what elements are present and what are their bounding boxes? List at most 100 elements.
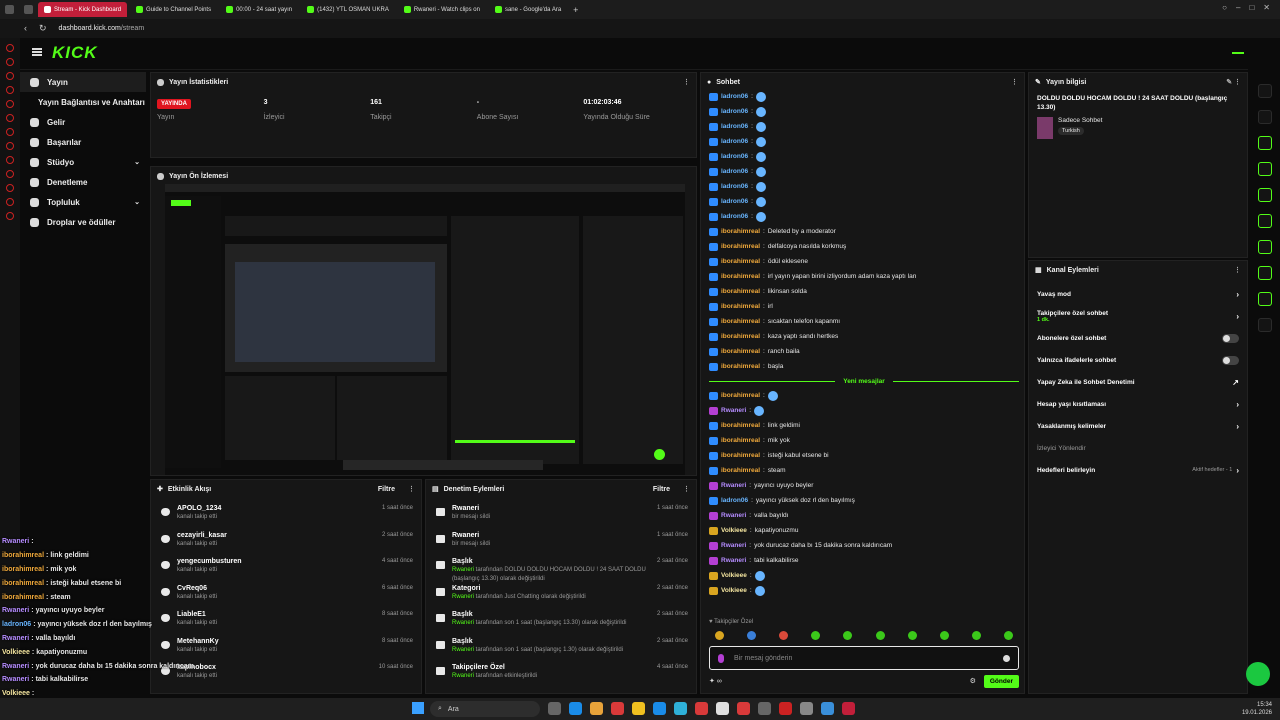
rail-icon[interactable] xyxy=(6,156,14,164)
emote-icon[interactable] xyxy=(843,631,853,640)
chat-message[interactable]: ladron06: xyxy=(709,104,1019,119)
chat-message[interactable]: ladron06: xyxy=(709,149,1019,164)
send-button[interactable]: Gönder xyxy=(983,674,1019,688)
broadcast-icon[interactable] xyxy=(1258,240,1272,254)
chat-username[interactable]: iborahimreal xyxy=(721,422,760,429)
chat-input[interactable]: Bir mesaj gönderin xyxy=(709,646,1019,670)
chat-message[interactable]: iborahimreal: başla xyxy=(709,359,1019,374)
browser-tab[interactable]: 00:00 - 24 saat yayın xyxy=(220,2,298,17)
modlog-row[interactable]: Rwaneri bir mesajı sildi 1 saat önce xyxy=(426,531,696,558)
chat-username[interactable]: iborahimreal xyxy=(721,333,760,340)
edit-icon[interactable] xyxy=(1258,110,1272,124)
chat-message[interactable]: Rwaneri: xyxy=(709,403,1019,418)
emote-icon[interactable] xyxy=(939,631,949,640)
chat-message[interactable]: Volkieee: xyxy=(709,568,1019,583)
chat-message[interactable]: Rwaneri: yok durucaz daha bı 15 dakika so… xyxy=(709,538,1019,553)
chat-username[interactable]: iborahimreal xyxy=(721,318,760,325)
chat-username[interactable]: iborahimreal xyxy=(721,243,760,250)
chat-message[interactable]: iborahimreal: likinsan solda xyxy=(709,284,1019,299)
rail-icon[interactable] xyxy=(6,86,14,94)
url-field[interactable]: dashboard.kick.com/stream xyxy=(59,25,145,32)
more-icon[interactable]: ⋮ xyxy=(683,78,690,86)
chat-message[interactable]: iborahimreal: ranch baila xyxy=(709,344,1019,359)
chat-message[interactable]: Rwaneri: tabi kalkabilirse xyxy=(709,553,1019,568)
chat-username[interactable]: iborahimreal xyxy=(721,437,760,444)
taskbar-app-icon[interactable] xyxy=(737,702,750,715)
bookmark-icon[interactable] xyxy=(1258,188,1272,202)
back-icon[interactable]: ‹ xyxy=(24,23,27,34)
emote-icon[interactable] xyxy=(907,631,917,640)
mic-icon[interactable] xyxy=(718,653,724,663)
taskbar-app-icon[interactable] xyxy=(758,702,771,715)
wrench-icon[interactable] xyxy=(1258,292,1272,306)
chat-message[interactable]: Rwaneri: yayıncı uyuyo beyler xyxy=(709,478,1019,493)
chat-username[interactable]: Rwaneri xyxy=(721,557,746,564)
channel-action-item[interactable]: Yapay Zeka ile Sohbet Denetimi ↗ xyxy=(1029,371,1247,393)
chat-username[interactable]: Volkieee xyxy=(721,587,747,594)
emoji-icon[interactable] xyxy=(1003,654,1010,662)
browser-tab[interactable]: (1432) YTL OSMAN UKRA xyxy=(301,2,395,17)
chat-username[interactable]: iborahimreal xyxy=(721,273,760,280)
chat-username[interactable]: iborahimreal xyxy=(721,348,760,355)
clip-icon[interactable] xyxy=(1258,136,1272,150)
modlog-row[interactable]: Kategori Rwaneri tarafından Just Chatting… xyxy=(426,584,696,611)
rail-icon[interactable] xyxy=(6,128,14,136)
edit-icon[interactable]: ✎ ⋮ xyxy=(1226,78,1241,86)
emote-icon[interactable] xyxy=(1003,631,1013,640)
chevron-down-icon[interactable]: ⌄ xyxy=(134,158,140,166)
taskbar-app-icon[interactable] xyxy=(653,702,666,715)
sidebar-item[interactable]: Topluluk ⌄ xyxy=(20,192,146,212)
activity-row[interactable]: APOLO_1234 kanalı takip etti 1 saat önce xyxy=(151,504,421,531)
emote-icon[interactable] xyxy=(747,631,757,640)
rail-icon[interactable] xyxy=(6,100,14,108)
chat-username[interactable]: ladron06 xyxy=(721,93,748,100)
taskbar-app-icon[interactable] xyxy=(716,702,729,715)
chat-username[interactable]: Rwaneri xyxy=(721,512,746,519)
activity-filter-button[interactable]: Filtre xyxy=(378,486,395,493)
chat-username[interactable]: iborahimreal xyxy=(721,392,760,399)
taskbar-app-icon[interactable] xyxy=(590,702,603,715)
modlog-row[interactable]: Başlık Rwaneri tarafından DOLDU DOLDU HOC… xyxy=(426,557,696,584)
more-icon[interactable]: ⋮ xyxy=(1234,266,1241,274)
rail-icon[interactable] xyxy=(6,44,14,52)
channel-action-item[interactable]: Hesap yaşı kısıtlaması › xyxy=(1029,393,1247,415)
chat-username[interactable]: Rwaneri xyxy=(721,482,746,489)
chat-message[interactable]: ladron06: yayıncı yüksek doz rl den bayıl… xyxy=(709,493,1019,508)
chat-username[interactable]: iborahimreal xyxy=(721,288,760,295)
modlog-row[interactable]: Rwaneri bir mesajı sildi 1 saat önce xyxy=(426,504,696,531)
sidebar-item[interactable]: Başarılar xyxy=(20,132,146,152)
chat-message[interactable]: iborahimreal: steam xyxy=(709,463,1019,478)
chat-message[interactable]: iborahimreal: link geldimi xyxy=(709,418,1019,433)
play-icon[interactable] xyxy=(654,449,665,460)
close-icon[interactable]: ✕ xyxy=(1263,3,1270,12)
chat-username[interactable]: iborahimreal xyxy=(721,258,760,265)
chat-message[interactable]: iborahimreal: kaza yaptı sandı hertkes xyxy=(709,329,1019,344)
chat-username[interactable]: iborahimreal xyxy=(721,452,760,459)
emote-icon[interactable] xyxy=(715,631,724,640)
channel-action-item[interactable]: Yalnızca ifadelerle sohbet xyxy=(1029,349,1247,371)
taskbar-app-icon[interactable] xyxy=(632,702,645,715)
sidebar-item[interactable]: Stüdyo ⌄ xyxy=(20,152,146,172)
channel-action-item[interactable]: Yavaş mod › xyxy=(1029,283,1247,305)
chat-username[interactable]: ladron06 xyxy=(721,183,748,190)
chat-message[interactable]: Volkieee: kapatiyonuzmu xyxy=(709,523,1019,538)
chat-message[interactable]: iborahimreal: mik yok xyxy=(709,433,1019,448)
chat-message[interactable]: iborahimreal: sıcaktan telefon kapanmı xyxy=(709,314,1019,329)
chat-message[interactable]: ladron06: xyxy=(709,194,1019,209)
chat-username[interactable]: Rwaneri xyxy=(721,407,746,414)
toggle-switch[interactable] xyxy=(1222,333,1239,343)
sidebar-item[interactable]: Yayın Bağlantısı ve Anahtarı xyxy=(20,92,146,112)
chat-bubble-icon[interactable] xyxy=(1258,214,1272,228)
chat-username[interactable]: Volkieee xyxy=(721,527,747,534)
chat-message[interactable]: iborahimreal: delfalcoya nasılda korkmuş xyxy=(709,239,1019,254)
chat-message[interactable]: iborahimreal: isteği kabul etsene bi xyxy=(709,448,1019,463)
rail-icon[interactable] xyxy=(6,72,14,80)
browser-tab[interactable]: sane - Google'da Ara xyxy=(489,2,567,17)
chat-message[interactable]: iborahimreal: Deleted by a moderator xyxy=(709,224,1019,239)
sidebar-toggle-icon[interactable] xyxy=(24,5,33,14)
channel-action-item[interactable]: İzleyici Yönlendir xyxy=(1029,437,1247,459)
modlog-row[interactable]: Takipçilere Özel Rwaneri tarafından etkin… xyxy=(426,663,696,690)
chevron-down-icon[interactable]: ⌄ xyxy=(134,198,140,206)
chat-message[interactable]: Volkieee: xyxy=(709,583,1019,598)
kick-logo[interactable]: KICK xyxy=(52,43,98,63)
